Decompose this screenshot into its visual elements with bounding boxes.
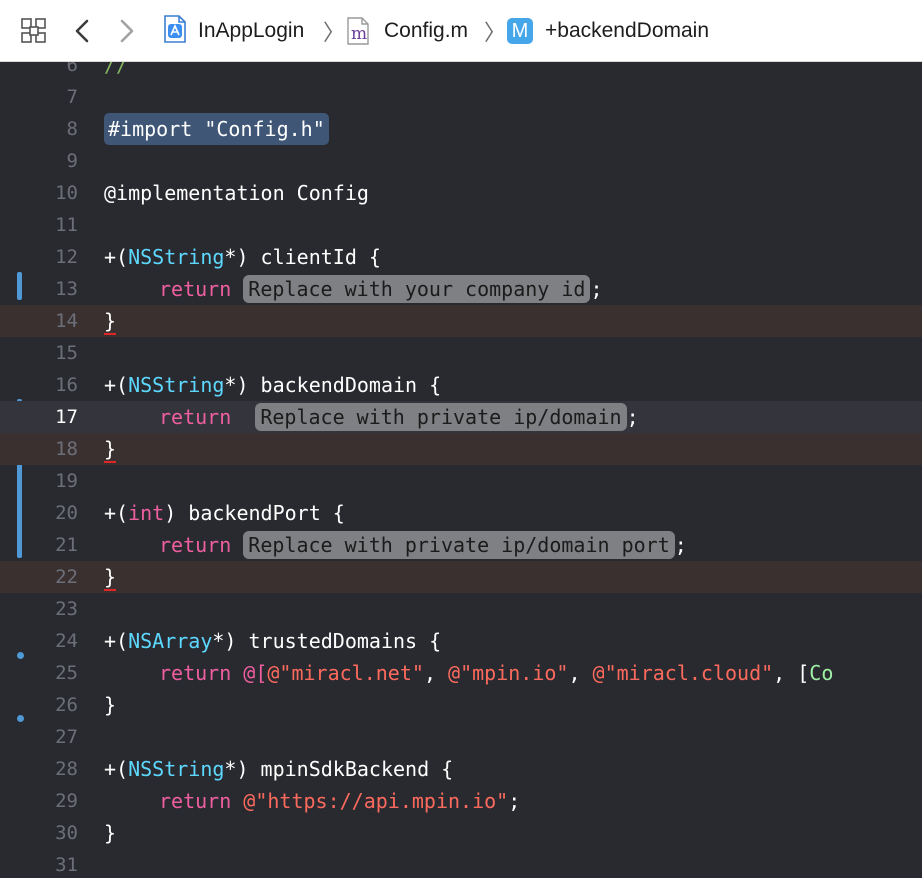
code-line: 16 +(NSString*) backendDomain { [0,369,922,401]
line-number: 8 [66,118,78,140]
code-text: } [104,693,117,717]
code-line: 15 [0,337,922,369]
code-placeholder[interactable]: Replace with private ip/domain port [243,531,675,559]
code-line: 6 // [0,62,922,81]
code-text: } [104,305,117,337]
breadcrumb-file-label: Config.m [384,19,469,42]
line-number: 21 [55,534,78,556]
code-text: return Replace with private ip/domain po… [159,531,687,559]
code-placeholder[interactable]: Replace with private ip/domain [255,403,627,431]
breadcrumb-item-project[interactable]: InAppLogin [162,0,304,62]
objc-implementation-file-icon: m [346,16,370,46]
line-number: 9 [66,150,78,172]
code-line: 24 +(NSArray*) trustedDomains { [0,625,922,657]
line-number: 27 [55,726,78,748]
breadcrumb-item-file[interactable]: m Config.m [346,0,468,62]
line-number: 18 [55,438,78,460]
line-number: 14 [55,310,78,332]
chevron-right-icon[interactable] [117,0,137,62]
line-number: 25 [55,662,78,684]
breadcrumb-item-method[interactable]: M +backendDomain [507,0,709,62]
line-number: 22 [55,566,78,588]
method-signature: +(NSString*) clientId { [104,245,381,269]
line-number: 19 [55,470,78,492]
line-number: 24 [55,630,78,652]
code-line: 27 [0,721,922,753]
breadcrumb-separator: 〉 [323,20,346,45]
code-text: @implementation Config [104,181,369,205]
code-placeholder[interactable]: Replace with your company id [243,275,591,303]
code-text: return Replace with private ip/domain; [159,403,639,431]
code-line: 7 [0,81,922,113]
line-number: 20 [55,502,78,524]
line-number: 13 [55,278,78,300]
error-underline: } [104,565,117,591]
current-line: 17 return Replace with private ip/domain… [0,401,922,433]
import-statement: #import "Config.h" [104,113,329,145]
line-number: 30 [55,822,78,844]
code-text: // [104,62,129,77]
code-editor[interactable]: 6 // 7 8 #import "Config.h" 9 10 @implem… [0,62,922,878]
line-number: 16 [55,374,78,396]
line-number: 10 [55,182,78,204]
code-text: return Replace with your company id; [159,275,603,303]
error-underline: } [104,309,117,335]
code-line: 20 +(int) backendPort { [0,497,922,529]
code-line-issue-highlight: 14 } [0,305,922,337]
code-line: 19 [0,465,922,497]
code-line: 8 #import "Config.h" [0,113,922,145]
error-underline: } [104,437,117,463]
code-line-issue-highlight: 22 } [0,561,922,593]
line-number: 31 [55,854,78,876]
code-text: return @"https://api.mpin.io"; [159,789,521,813]
code-line: 9 [0,145,922,177]
code-line: 29 return @"https://api.mpin.io"; [0,785,922,817]
code-line-issue-highlight: 18 } [0,433,922,465]
code-line: 31 [0,849,922,878]
breadcrumb-method-label: +backendDomain [545,19,710,42]
line-number: 12 [55,246,78,268]
line-number: 15 [55,342,78,364]
method-signature: +(NSString*) mpinSdkBackend { [104,757,454,781]
project-file-icon [162,14,188,49]
line-number: 6 [66,62,78,76]
code-line: 26 } [0,689,922,721]
code-line: 30 } [0,817,922,849]
code-line: 11 [0,209,922,241]
related-items-grid-icon[interactable] [20,0,48,62]
chevron-left-icon[interactable] [72,0,92,62]
code-text: } [104,561,117,593]
code-text: } [104,821,117,845]
code-line: 12 +(NSString*) clientId { [0,241,922,273]
jump-bar: InAppLogin 〉 m Config.m 〉 M +backendDoma… [0,0,922,62]
breadcrumb-separator: 〉 [484,20,507,45]
line-number: 23 [55,598,78,620]
breadcrumb-project-label: InAppLogin [198,19,305,42]
code-text: } [104,433,117,465]
method-signature: +(NSArray*) trustedDomains { [104,629,442,653]
code-line: 13 return Replace with your company id; [0,273,922,305]
line-number: 28 [55,758,78,780]
line-number: 26 [55,694,78,716]
line-number: 29 [55,790,78,812]
code-line: 25 return @[@"miracl.net", @"mpin.io", @… [0,657,922,689]
method-signature: +(int) backendPort { [104,501,345,525]
code-text: return @[@"miracl.net", @"mpin.io", @"mi… [159,661,834,685]
code-line: 21 return Replace with private ip/domain… [0,529,922,561]
code-line: 10 @implementation Config [0,177,922,209]
line-number: 11 [55,214,78,236]
code-line: 23 [0,593,922,625]
line-number: 7 [66,86,78,108]
code-line: 28 +(NSString*) mpinSdkBackend { [0,753,922,785]
line-number: 17 [55,406,78,428]
method-icon: M [507,18,533,44]
method-signature: +(NSString*) backendDomain { [104,373,442,397]
